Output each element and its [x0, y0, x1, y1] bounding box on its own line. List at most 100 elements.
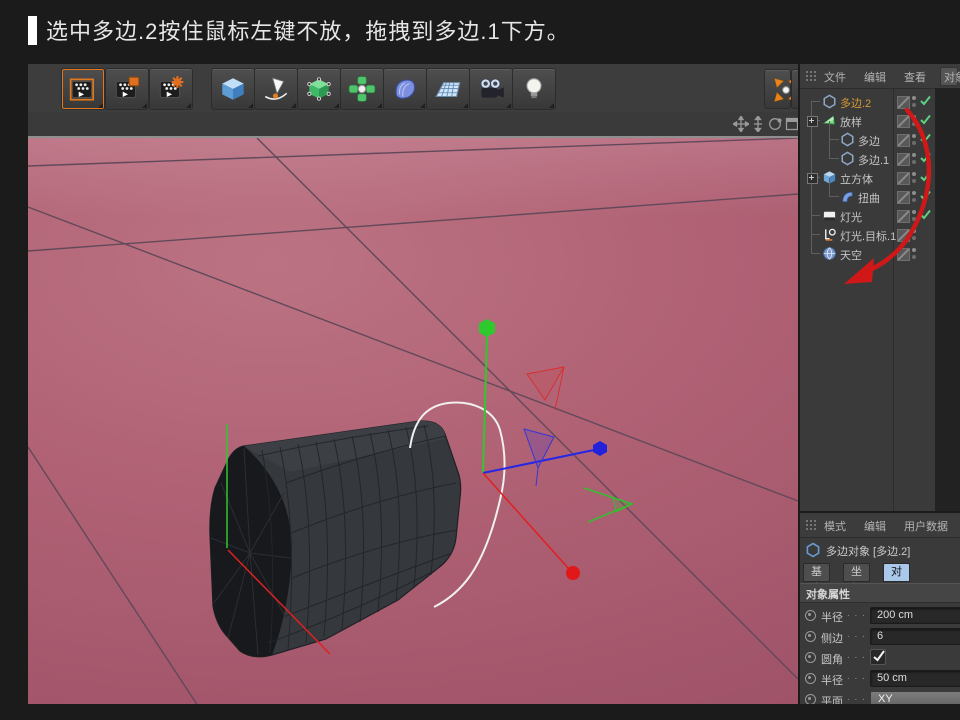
- render-region-button[interactable]: [105, 68, 149, 110]
- object-manager-panel: 文件 编辑 查看 对象 多边.2 放样多边多边.1立方体扭曲灯光灯光.目标.1 天空: [800, 64, 960, 511]
- visibility-dots[interactable]: [911, 229, 916, 240]
- enabled-check-icon[interactable]: [919, 94, 932, 110]
- object-label: 灯光.目标.1: [840, 228, 896, 244]
- property-label: 半径: [821, 672, 843, 688]
- render-view-button[interactable]: [61, 68, 105, 110]
- visibility-dots[interactable]: [911, 134, 916, 145]
- viewport-3d[interactable]: [28, 138, 798, 704]
- page-title: 选中多边.2按住鼠标左键不放，拖拽到多边.1下方。: [46, 14, 570, 46]
- object-row-立方体[interactable]: 立方体: [800, 168, 935, 187]
- tab-基本[interactable]: 基本: [803, 563, 830, 582]
- axis-y-line: [483, 337, 487, 473]
- axis-plane-glyphs: [524, 367, 632, 522]
- keyframe-ring-icon[interactable]: [805, 652, 816, 663]
- layer-square[interactable]: [897, 210, 910, 223]
- menu-item-2[interactable]: 编辑: [864, 69, 886, 85]
- layer-square[interactable]: [897, 153, 910, 166]
- layer-square[interactable]: [897, 191, 910, 204]
- property-checkbox[interactable]: [870, 649, 886, 665]
- rotate-view-icon[interactable]: [767, 116, 783, 132]
- visibility-dots[interactable]: [911, 248, 916, 259]
- object-label: 扭曲: [858, 190, 880, 206]
- object-label: 天空: [840, 247, 862, 263]
- object-row-多边.2[interactable]: 多边.2: [800, 92, 935, 111]
- enabled-check-icon[interactable]: [919, 170, 932, 186]
- enabled-check-icon[interactable]: [919, 189, 932, 205]
- deformer-button[interactable]: [383, 68, 427, 110]
- expand-toggle[interactable]: [807, 173, 818, 184]
- scrollbar-track[interactable]: [935, 88, 960, 511]
- property-row-侧边: 侧边. . . . .6: [800, 626, 960, 647]
- menu-item-3[interactable]: 用户数据: [904, 518, 948, 534]
- render-settings-button[interactable]: [149, 68, 193, 110]
- expand-toggle[interactable]: [807, 116, 818, 127]
- axis-lock-button[interactable]: [764, 69, 791, 109]
- floor-environment-button[interactable]: [426, 68, 470, 110]
- array-modeling-button[interactable]: [340, 68, 384, 110]
- visibility-dots[interactable]: [911, 96, 916, 107]
- light-button[interactable]: [512, 68, 556, 110]
- menu-item-3[interactable]: 查看: [904, 69, 926, 85]
- attribute-section-header: 对象属性: [800, 583, 960, 603]
- panel-drag-handle-icon[interactable]: [805, 519, 818, 532]
- light-icon: [519, 75, 549, 103]
- object-row-灯光[interactable]: 灯光: [800, 206, 935, 225]
- property-value: 6: [877, 630, 883, 642]
- layer-square[interactable]: [897, 96, 910, 109]
- object-row-天空[interactable]: 天空: [800, 244, 935, 263]
- pan-view-icon[interactable]: [733, 116, 749, 132]
- keyframe-ring-icon[interactable]: [805, 610, 816, 621]
- tab-对象[interactable]: 对象: [883, 563, 910, 582]
- menu-item-1[interactable]: 模式: [824, 518, 846, 534]
- panel-drag-handle-icon[interactable]: [805, 70, 818, 83]
- enabled-check-icon[interactable]: [919, 113, 932, 129]
- spline-pen-button[interactable]: [254, 68, 298, 110]
- object-label: 多边: [858, 133, 880, 149]
- layer-square[interactable]: [897, 172, 910, 185]
- object-label: 放样: [840, 114, 862, 130]
- property-input[interactable]: 50 cm: [870, 670, 960, 687]
- visibility-dots[interactable]: [911, 153, 916, 164]
- layer-square[interactable]: [897, 248, 910, 261]
- menu-item-4[interactable]: 对象: [944, 69, 960, 85]
- attribute-manager-menubar: 模式 编辑 用户数据: [800, 513, 960, 538]
- tab-坐标[interactable]: 坐标: [843, 563, 870, 582]
- subdivision-surface-icon: [304, 75, 334, 103]
- cube-primitive-button[interactable]: [211, 68, 255, 110]
- menu-item-1[interactable]: 文件: [824, 69, 846, 85]
- object-label: 灯光: [840, 209, 862, 225]
- keyframe-ring-icon[interactable]: [805, 673, 816, 684]
- loft-cylinder-object[interactable]: [210, 421, 461, 657]
- property-label: 半径: [821, 609, 843, 625]
- subdivision-surface-button[interactable]: [297, 68, 341, 110]
- visibility-dots[interactable]: [911, 210, 916, 221]
- enabled-check-icon[interactable]: [919, 151, 932, 167]
- layer-square[interactable]: [897, 134, 910, 147]
- layer-square[interactable]: [897, 229, 910, 242]
- cube-primitive-icon: [218, 75, 248, 103]
- camera-button[interactable]: [469, 68, 513, 110]
- property-input[interactable]: 200 cm: [870, 607, 960, 624]
- property-input[interactable]: 6: [870, 628, 960, 645]
- dolly-view-icon[interactable]: [750, 116, 766, 132]
- visibility-dots[interactable]: [911, 115, 916, 126]
- enabled-check-icon[interactable]: [919, 208, 932, 224]
- axis-y-handle[interactable]: [479, 319, 495, 337]
- layer-square[interactable]: [897, 115, 910, 128]
- window-margin-bottom: [0, 704, 960, 720]
- enabled-check-icon[interactable]: [919, 132, 932, 148]
- object-row-多边.1[interactable]: 多边.1: [800, 149, 935, 168]
- axis-z-handle[interactable]: [593, 441, 607, 456]
- object-row-灯光.目标.1[interactable]: 灯光.目标.1: [800, 225, 935, 244]
- axis-x-handle[interactable]: [566, 566, 580, 580]
- object-row-放样[interactable]: 放样: [800, 111, 935, 130]
- property-label: 圆角: [821, 651, 843, 667]
- menu-item-2[interactable]: 编辑: [864, 518, 886, 534]
- object-row-多边[interactable]: 多边: [800, 130, 935, 149]
- visibility-dots[interactable]: [911, 191, 916, 202]
- deformer-icon: [390, 75, 420, 103]
- object-row-扭曲[interactable]: 扭曲: [800, 187, 935, 206]
- keyframe-ring-icon[interactable]: [805, 631, 816, 642]
- panel-divider: [798, 64, 800, 720]
- visibility-dots[interactable]: [911, 172, 916, 183]
